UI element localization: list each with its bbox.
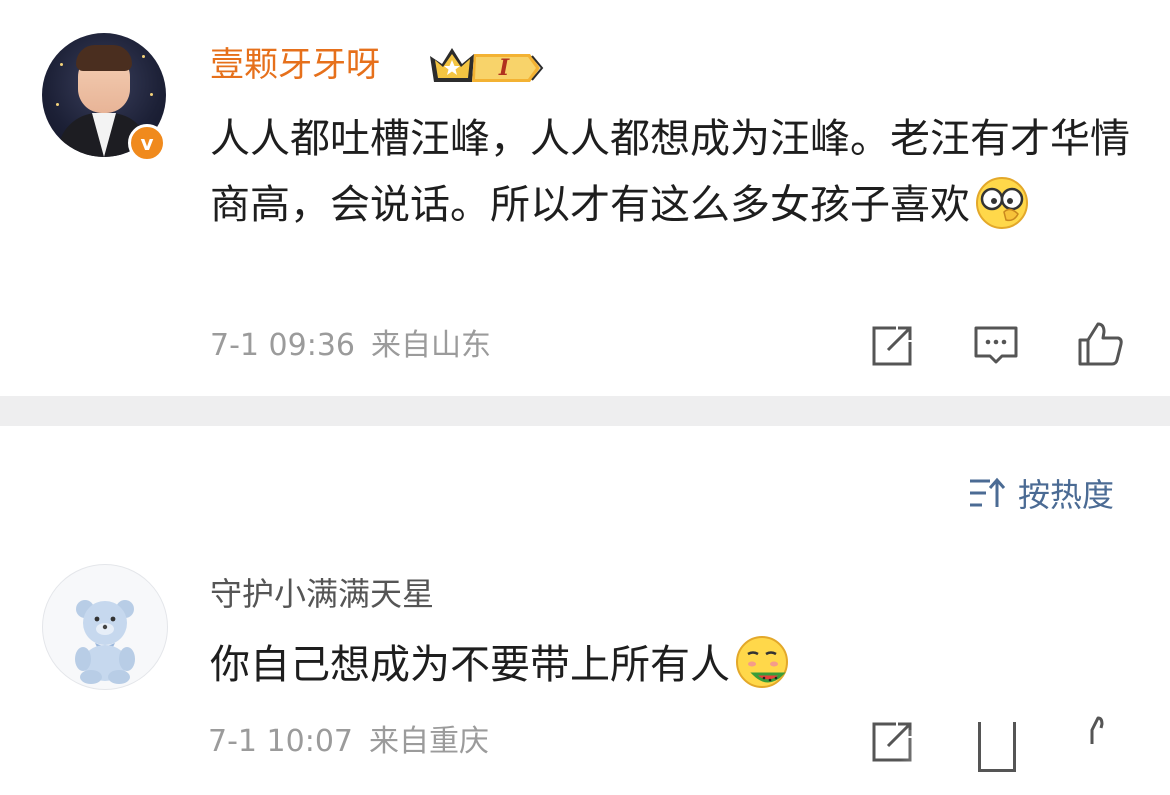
commenter-username[interactable]: 守护小满满天星 [210,572,434,616]
svg-text:I: I [498,55,510,81]
post-location: 来自山东 [371,328,491,363]
sort-icon [970,477,1006,507]
comment-location: 来自重庆 [369,724,489,759]
comment-reply-icon[interactable] [978,722,1016,772]
eating-watermelon-emoji-icon [736,636,788,688]
post-meta: 7-1 09:36 来自山东 [210,326,491,366]
glasses-face-emoji-icon [976,177,1028,229]
verified-badge-icon: v [128,124,166,162]
comment-text-body: 你自己想成为不要带上所有人 [210,642,730,688]
teddy-bear-icon [75,600,135,684]
section-divider [0,396,1170,426]
sort-label: 按热度 [1018,476,1115,514]
comment-meta: 7-1 10:07 来自重庆 [208,722,489,762]
comment-icon[interactable] [972,322,1020,370]
like-icon[interactable] [1076,320,1124,368]
watermark-overlay [900,730,1160,780]
comment-text: 你自己想成为不要带上所有人 [210,634,790,695]
post-text: 人人都吐槽汪峰，人人都想成为汪峰。老汪有才华情商高，会说话。所以才有这么多女孩子… [210,106,1130,238]
share-icon[interactable] [868,322,916,370]
comment-time: 7-1 10:07 [208,724,353,759]
sort-by-heat-button[interactable]: 按热度 [968,470,1114,516]
post-time: 7-1 09:36 [210,328,355,363]
post-username[interactable]: 壹颗牙牙呀 [210,40,380,90]
commenter-avatar[interactable] [42,564,168,690]
level-crown-badge-icon: I [430,48,544,82]
comment-like-icon[interactable] [1086,716,1116,746]
